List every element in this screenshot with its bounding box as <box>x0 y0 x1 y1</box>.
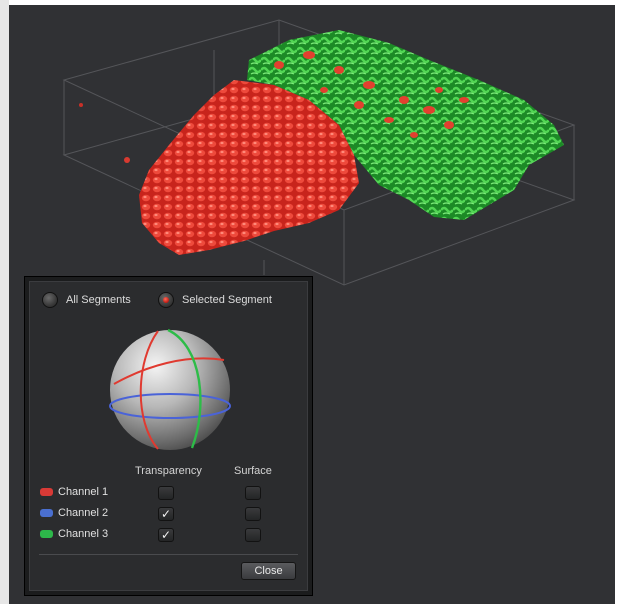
channel2-label: Channel 2 <box>58 507 109 519</box>
window-edge <box>0 0 9 604</box>
channel2-surface-checkbox[interactable] <box>245 507 261 521</box>
channel3-transparency-checkbox[interactable]: ✓ <box>158 528 174 542</box>
channel2-color-swatch <box>40 509 53 517</box>
channel3-surface-checkbox[interactable] <box>245 528 261 542</box>
divider <box>39 554 298 555</box>
dialog-panel: All Segments Selected Segment Transparen… <box>29 281 308 591</box>
radio-label-all-segments: All Segments <box>66 294 131 306</box>
channel3-label: Channel 3 <box>58 528 109 540</box>
radio-selected-segment[interactable]: Selected Segment <box>158 292 272 308</box>
channel2-row: Channel 2 <box>40 507 108 519</box>
surface-column-header: Surface <box>234 465 272 477</box>
channel2-transparency-checkbox[interactable]: ✓ <box>158 507 174 521</box>
channel1-surface-checkbox[interactable] <box>245 486 261 500</box>
channel1-row: Channel 1 <box>40 486 108 498</box>
radio-button-selected-segment[interactable] <box>158 292 174 308</box>
render-settings-dialog: All Segments Selected Segment Transparen… <box>24 276 313 596</box>
transparency-column-header: Transparency <box>135 465 202 477</box>
channel1-color-swatch <box>40 488 53 496</box>
channel3-color-swatch <box>40 530 53 538</box>
orientation-sphere-icon[interactable] <box>106 326 234 454</box>
channel1-label: Channel 1 <box>58 486 109 498</box>
channel3-row: Channel 3 <box>40 528 108 540</box>
check-icon: ✓ <box>160 528 172 542</box>
radio-all-segments[interactable]: All Segments <box>42 292 131 308</box>
radio-label-selected-segment: Selected Segment <box>182 294 272 306</box>
radio-button-all-segments[interactable] <box>42 292 58 308</box>
close-button[interactable]: Close <box>241 562 296 580</box>
channel1-transparency-checkbox[interactable] <box>158 486 174 500</box>
check-icon: ✓ <box>160 507 172 521</box>
